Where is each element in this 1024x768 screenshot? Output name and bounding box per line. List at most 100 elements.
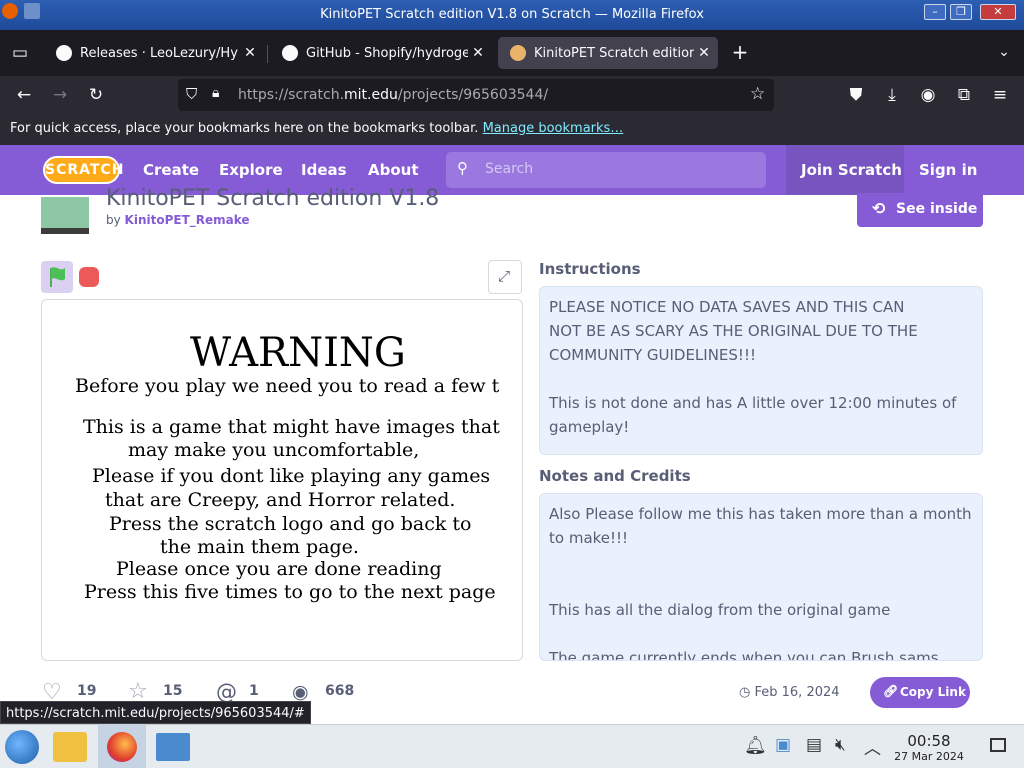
stage-text-line: may make you uncomfortable,: [128, 439, 420, 461]
stage-text-line: Please once you are done reading: [116, 558, 442, 580]
address-bar[interactable]: ⛉ 🔒︎ https://scratch.mit.edu/projects/96…: [178, 79, 774, 111]
close-tab-icon[interactable]: ✕: [240, 45, 260, 61]
tracking-protection-icon[interactable]: ⛉: [186, 85, 197, 103]
search-input[interactable]: ⚲ Search: [446, 152, 766, 188]
see-inside-button[interactable]: ⟲ See inside: [857, 193, 983, 227]
account-icon[interactable]: ◉: [915, 82, 941, 108]
notes-line: to make!!!: [549, 529, 629, 547]
remix-count: 1: [249, 683, 259, 699]
close-tab-icon[interactable]: ✕: [694, 45, 714, 61]
updates-icon[interactable]: ▣: [775, 735, 791, 755]
extensions-icon[interactable]: ⧉: [951, 82, 977, 108]
instructions-line: NOT BE AS SCARY AS THE ORIGINAL DUE TO T…: [549, 322, 918, 340]
url-text[interactable]: https://scratch.mit.edu/projects/9656035…: [238, 87, 548, 103]
start-menu-icon[interactable]: [5, 730, 39, 764]
project-stage[interactable]: WARNING Before you play we need you to r…: [41, 299, 523, 661]
love-count: 19: [77, 683, 97, 699]
new-tab-icon[interactable]: +: [727, 39, 753, 65]
show-desktop-icon[interactable]: [990, 738, 1006, 752]
close-window-button[interactable]: ✕: [980, 4, 1016, 20]
instructions-line: COMMUNITY GUIDELINES!!!: [549, 346, 756, 364]
maximize-button[interactable]: ❐: [950, 4, 972, 20]
volume-muted-icon[interactable]: 🔇︎: [835, 735, 846, 755]
clock[interactable]: 00:58 27 Mar 2024: [888, 732, 970, 763]
copy-link-button[interactable]: 🔗︎ Copy Link: [870, 677, 970, 708]
status-url-tooltip: https://scratch.mit.edu/projects/9656035…: [0, 701, 311, 724]
stop-button[interactable]: [79, 267, 99, 287]
fullscreen-icon: ⤢: [498, 267, 511, 285]
project-byline: by KinitoPET_Remake: [106, 213, 250, 227]
window-title-bar: KinitoPET Scratch edition V1.8 on Scratc…: [0, 0, 1024, 30]
author-link[interactable]: KinitoPET_Remake: [125, 213, 250, 227]
firefox-view-icon[interactable]: ▭: [7, 40, 33, 66]
navigation-toolbar: ← → ↻ ⛉ 🔒︎ https://scratch.mit.edu/proje…: [0, 76, 1024, 114]
link-icon: 🔗︎: [883, 684, 899, 698]
stage-text-line: the main them page.: [160, 536, 359, 558]
tab-kinitopet[interactable]: KinitoPET Scratch editior ✕: [498, 37, 718, 69]
instructions-heading: Instructions: [539, 260, 641, 278]
tab-label: Releases · LeoLezury/Hy: [80, 45, 238, 61]
scratch-logo[interactable]: SCRATCH: [43, 156, 123, 184]
notes-heading: Notes and Credits: [539, 467, 691, 485]
menu-icon[interactable]: ≡: [987, 82, 1013, 108]
instructions-line: This is not done and has A little over 1…: [549, 394, 957, 412]
nav-create[interactable]: Create: [143, 161, 199, 179]
back-icon[interactable]: ←: [11, 82, 37, 108]
nav-about[interactable]: About: [368, 161, 419, 179]
downloads-icon[interactable]: ⤓: [879, 82, 905, 108]
join-scratch-button[interactable]: Join Scratch: [786, 145, 904, 195]
notes-line: Also Please follow me this has taken mor…: [549, 505, 972, 523]
bookmarks-toolbar: For quick access, place your bookmarks h…: [0, 114, 1024, 145]
clock-time: 00:58: [907, 732, 951, 750]
list-tabs-icon[interactable]: ⌄: [991, 39, 1017, 65]
clipboard-icon[interactable]: ▤: [806, 735, 822, 755]
reload-icon[interactable]: ↻: [83, 82, 109, 108]
close-tab-icon[interactable]: ✕: [468, 45, 488, 61]
scratch-favicon-icon: [510, 45, 526, 61]
minimize-button[interactable]: –: [924, 4, 946, 20]
green-flag-button[interactable]: [41, 261, 73, 293]
pocket-icon[interactable]: ⛊: [843, 82, 869, 108]
tray-expand-icon[interactable]: ︿: [864, 734, 881, 759]
project-title: KinitoPET Scratch edition V1.8: [106, 186, 440, 211]
tab-github-hydrogen[interactable]: GitHub - Shopify/hydroge ✕: [270, 37, 492, 69]
tab-strip: ▭ Releases · LeoLezury/Hy ✕ GitHub - Sho…: [0, 30, 1024, 76]
stage-text-line: Press this five times to go to the next …: [84, 581, 496, 603]
github-icon: [56, 45, 72, 61]
fullscreen-button[interactable]: ⤢: [488, 260, 522, 294]
terminal-icon[interactable]: [156, 733, 190, 761]
nav-explore[interactable]: Explore: [219, 161, 283, 179]
instructions-line: gameplay!: [549, 418, 630, 436]
stage-text-line: Before you play we need you to read a fe…: [75, 375, 500, 397]
sign-in-button[interactable]: Sign in: [919, 161, 977, 179]
stage-text-line: Please if you dont like playing any game…: [92, 465, 491, 487]
bookmarks-hint: For quick access, place your bookmarks h…: [10, 121, 479, 136]
lock-icon[interactable]: 🔒︎: [212, 85, 219, 101]
search-icon: ⚲: [457, 159, 468, 177]
instructions-box: PLEASE NOTICE NO DATA SAVES AND THIS CAN…: [539, 286, 983, 455]
tab-releases[interactable]: Releases · LeoLezury/Hy ✕: [44, 37, 264, 69]
calendar-icon: ◷: [739, 685, 751, 700]
bookmark-star-icon[interactable]: ☆: [750, 84, 765, 104]
firefox-icon: [107, 732, 137, 762]
stage-text-line: This is a game that might have images th…: [83, 416, 500, 438]
share-date: ◷ Feb 16, 2024: [739, 685, 840, 700]
views-eye-icon: ◉: [292, 681, 309, 703]
window-title: KinitoPET Scratch edition V1.8 on Scratc…: [320, 7, 704, 22]
stage-text-line: that are Creepy, and Horror related.: [105, 489, 456, 511]
project-thumbnail: [41, 197, 89, 234]
forward-icon[interactable]: →: [47, 82, 73, 108]
file-manager-icon[interactable]: [53, 732, 87, 762]
tab-label: GitHub - Shopify/hydroge: [306, 45, 468, 61]
green-flag-icon: [50, 267, 65, 287]
notification-bell-icon[interactable]: 🔔︎: [744, 735, 767, 756]
clock-date: 27 Mar 2024: [894, 750, 964, 763]
tab-label: KinitoPET Scratch editior: [534, 45, 694, 61]
remix-arrows-icon: ⟲: [872, 199, 886, 218]
tab-divider: [267, 45, 268, 63]
nav-ideas[interactable]: Ideas: [301, 161, 347, 179]
notes-box[interactable]: Also Please follow me this has taken mor…: [539, 493, 983, 661]
manage-bookmarks-link[interactable]: Manage bookmarks…: [483, 121, 624, 136]
taskbar-firefox-button[interactable]: [98, 724, 146, 768]
taskbar: 🔔︎ ▣ ▤ 🔇︎ ︿ 00:58 27 Mar 2024: [0, 724, 1024, 768]
